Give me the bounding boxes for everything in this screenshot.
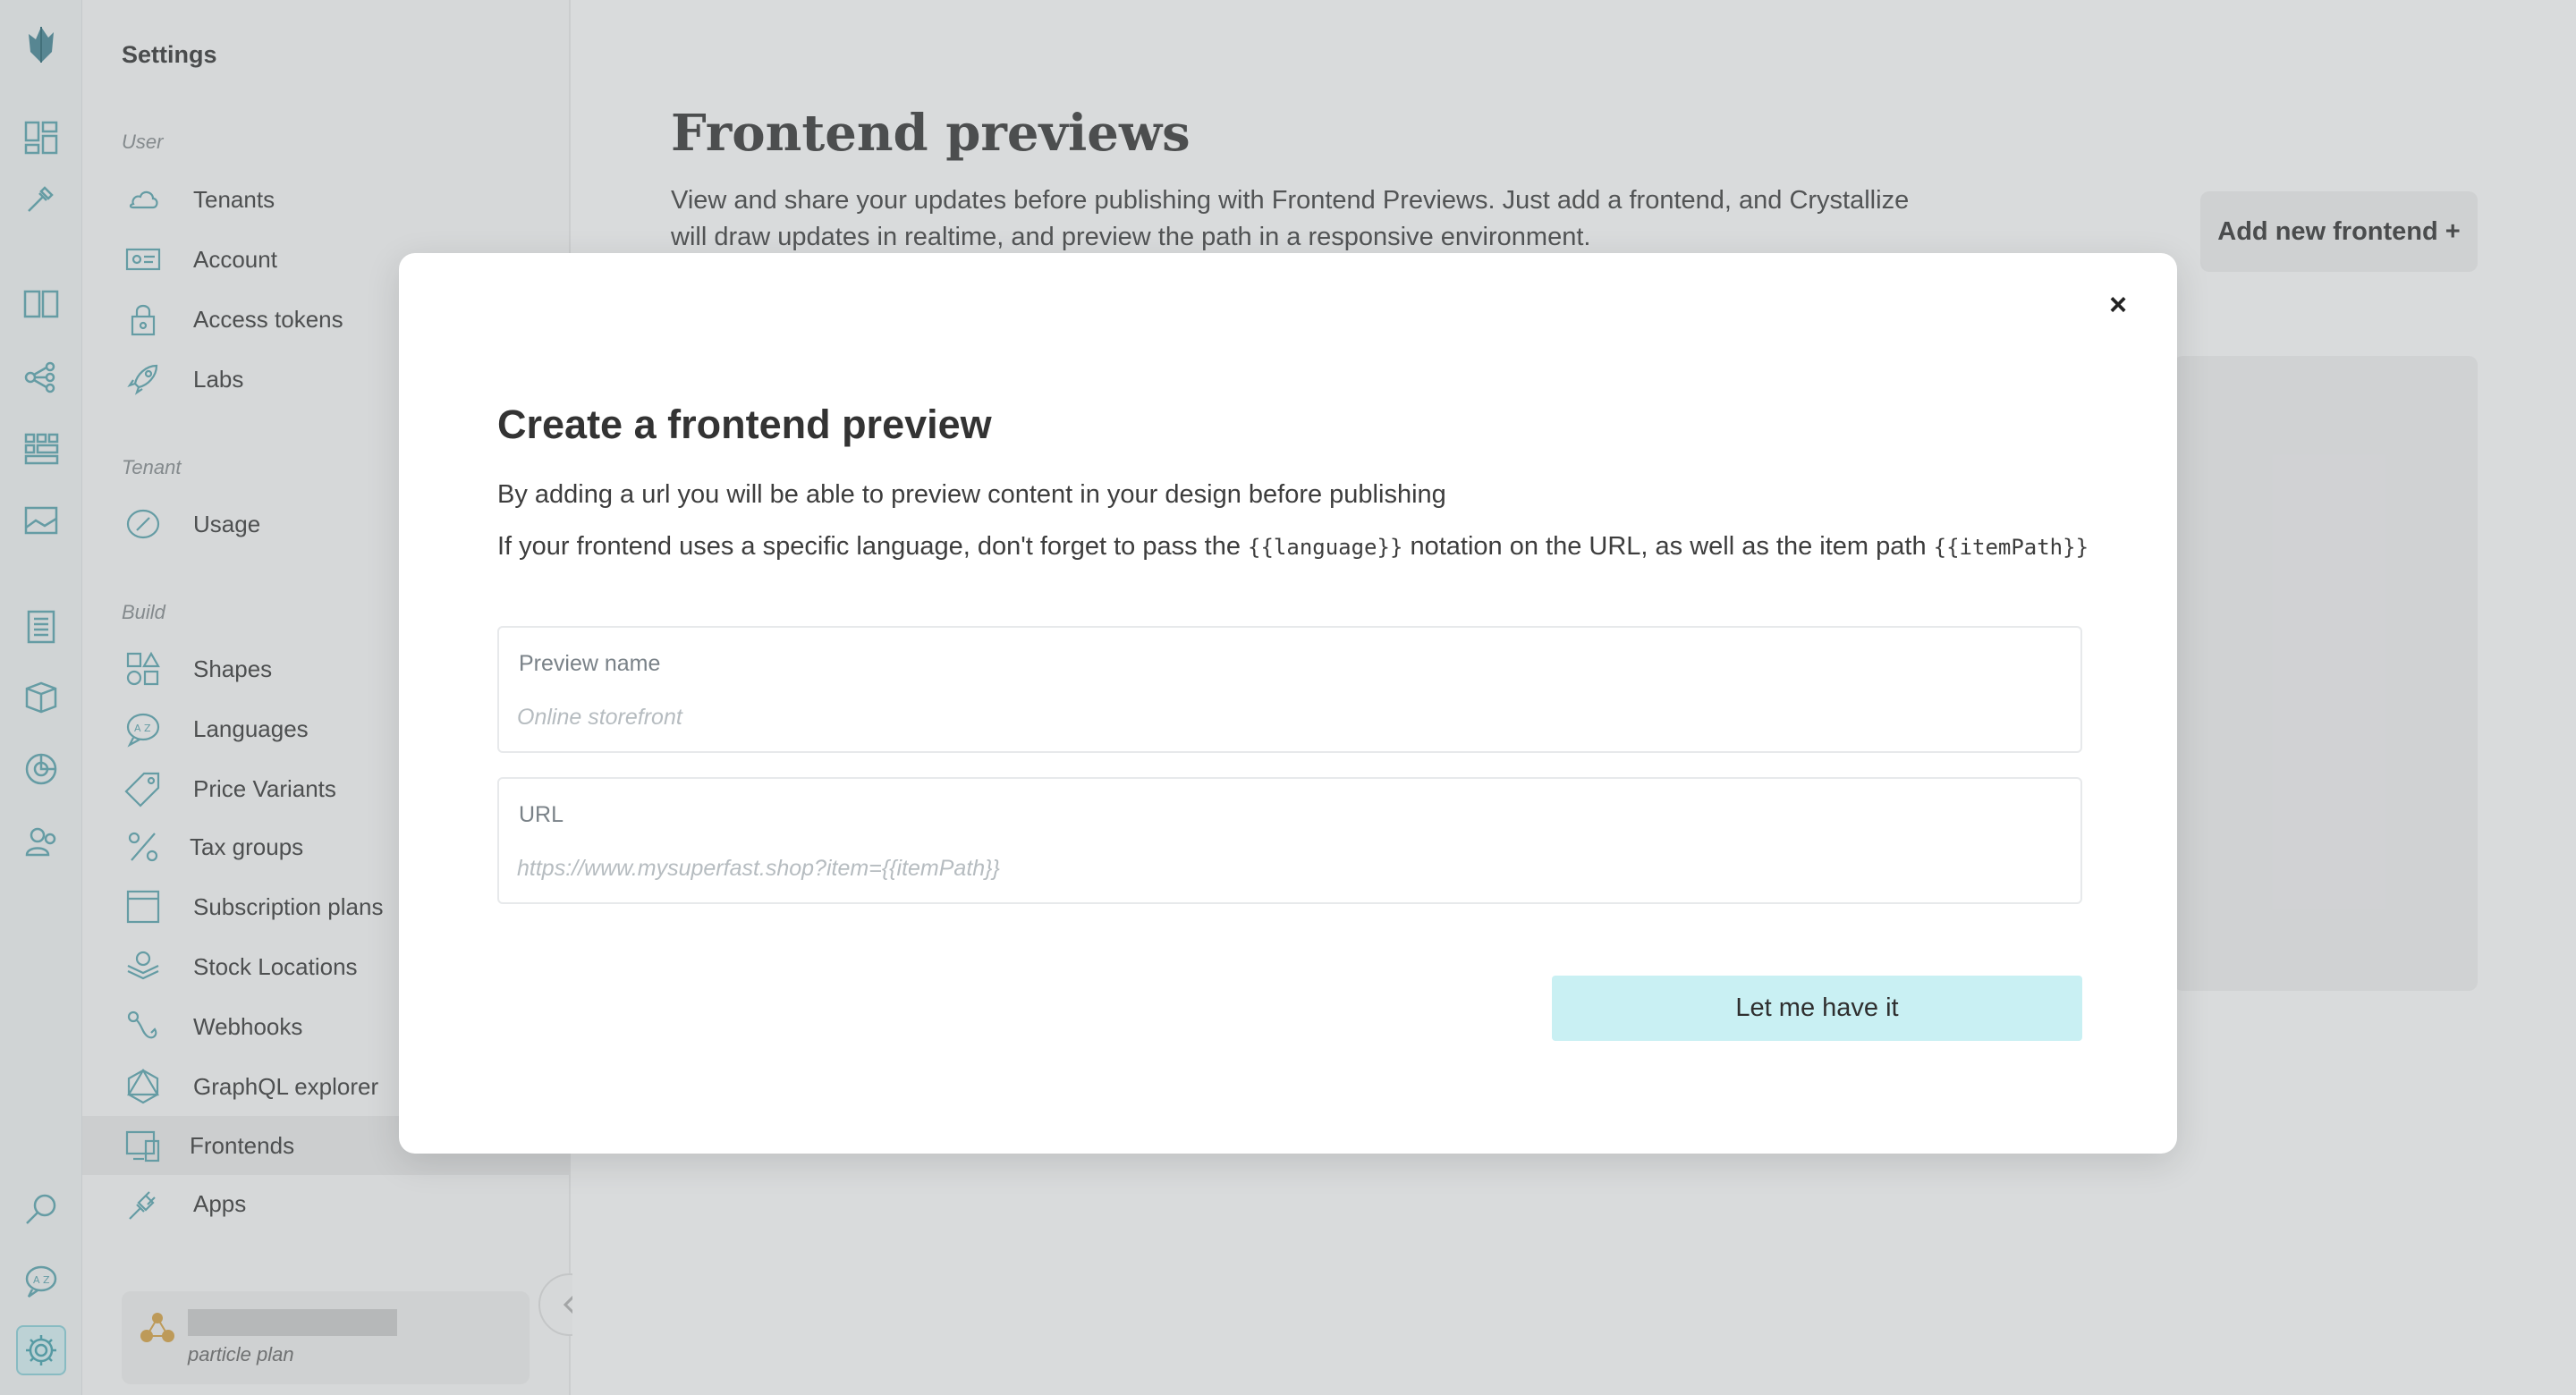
create-frontend-modal: × Create a frontend preview By adding a … <box>399 253 2177 1154</box>
preview-name-input[interactable] <box>517 699 2055 735</box>
close-icon[interactable]: × <box>2100 287 2136 323</box>
modal-note-text: If your frontend uses a specific languag… <box>497 532 1249 561</box>
preview-name-field[interactable]: Preview name <box>497 626 2082 753</box>
modal-note-text: notation on the URL, as well as the item… <box>1402 532 1934 561</box>
preview-name-label: Preview name <box>519 651 661 676</box>
modal-title: Create a frontend preview <box>497 402 992 447</box>
url-field[interactable]: URL <box>497 777 2082 904</box>
modal-note: If your frontend uses a specific languag… <box>497 532 2089 562</box>
url-input[interactable] <box>517 850 2055 886</box>
app-root: A Z Settings User Tenants Account Access… <box>0 0 2576 1395</box>
submit-button[interactable]: Let me have it <box>1552 976 2082 1041</box>
modal-intro: By adding a url you will be able to prev… <box>497 480 1446 509</box>
itempath-token: {{itemPath}} <box>1933 535 2089 560</box>
language-token: {{language}} <box>1248 535 1403 560</box>
url-label: URL <box>519 802 564 827</box>
